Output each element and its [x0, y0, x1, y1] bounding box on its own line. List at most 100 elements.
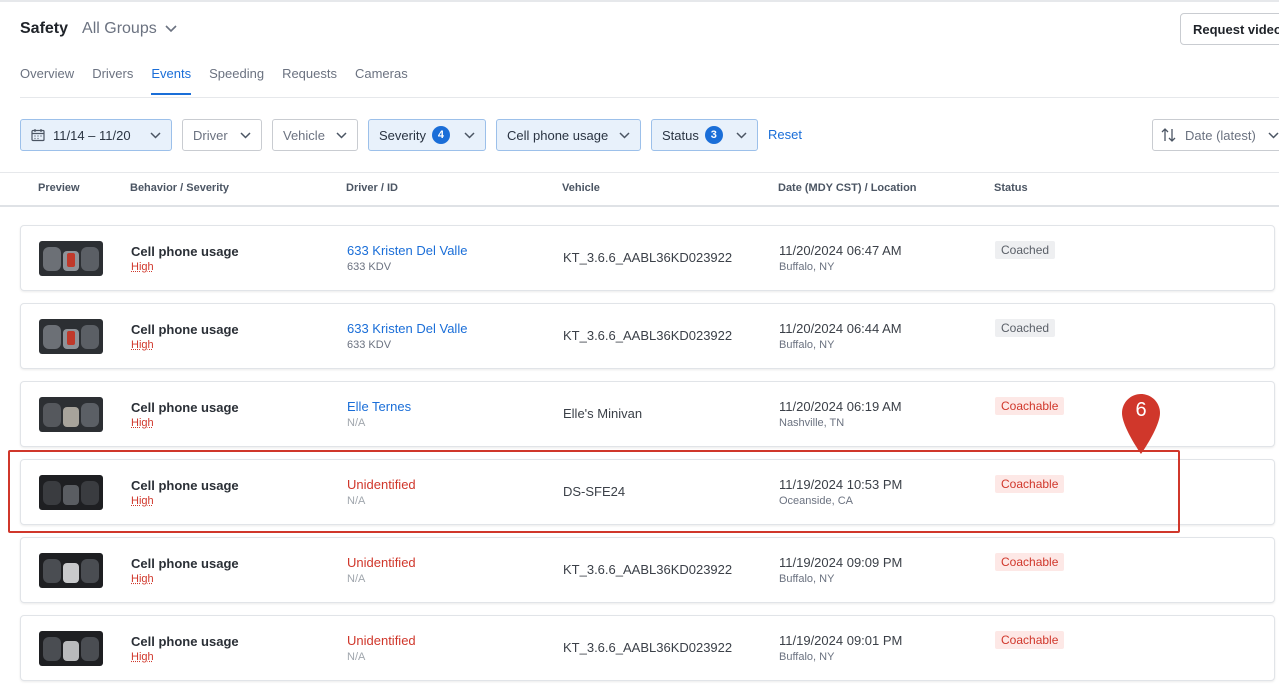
status-badge: Coached: [995, 319, 1056, 337]
video-thumbnail[interactable]: [39, 397, 103, 432]
behavior-label: Cell phone usage: [131, 322, 239, 337]
table-row[interactable]: Cell phone usage High 633 Kristen Del Va…: [20, 303, 1275, 369]
event-location: Buffalo, NY: [779, 339, 835, 351]
annotation-number: 6: [1135, 399, 1147, 421]
behavior-label: Cell phone usage: [131, 556, 239, 571]
table-row[interactable]: Cell phone usage High 633 Kristen Del Va…: [20, 225, 1275, 291]
video-thumbnail[interactable]: [39, 319, 103, 354]
chevron-down-icon: [240, 131, 251, 139]
column-header-date[interactable]: Date (MDY CST) / Location: [778, 182, 917, 194]
driver-id: 633 KDV: [347, 261, 392, 273]
status-badge: Coached: [995, 241, 1056, 259]
column-header-vehicle[interactable]: Vehicle: [562, 182, 600, 194]
tab-cameras[interactable]: Cameras: [355, 66, 408, 95]
chevron-down-icon: [1268, 131, 1279, 139]
severity-filter-label: Severity: [379, 127, 426, 143]
status-badge: Coachable: [995, 397, 1065, 415]
column-header-status[interactable]: Status: [994, 182, 1028, 194]
severity-count-badge: 4: [431, 126, 450, 144]
driver-link[interactable]: Unidentified: [347, 633, 416, 648]
driver-link[interactable]: Unidentified: [347, 555, 416, 570]
vehicle-name: Elle's Minivan: [563, 406, 643, 421]
column-header-preview: Preview: [38, 182, 80, 194]
sort-icon: [1161, 128, 1176, 142]
column-header-driver[interactable]: Driver / ID: [346, 182, 398, 194]
status-badge: Coachable: [995, 553, 1065, 571]
event-date: 11/19/2024 09:01 PM: [779, 633, 903, 648]
behavior-filter-label: Cell phone usage: [507, 127, 609, 143]
event-date: 11/19/2024 09:09 PM: [779, 555, 903, 570]
tab-events[interactable]: Events: [151, 66, 192, 95]
driver-id: N/A: [347, 573, 366, 585]
tab-overview[interactable]: Overview: [20, 66, 74, 95]
severity-label: High: [131, 573, 154, 585]
driver-id: N/A: [347, 651, 366, 663]
chevron-down-icon: [619, 131, 630, 139]
chevron-down-icon: [150, 131, 161, 139]
event-date: 11/20/2024 06:44 AM: [779, 321, 902, 336]
top-divider: [0, 0, 1279, 2]
event-location: Buffalo, NY: [779, 261, 835, 273]
sort-dropdown[interactable]: Date (latest): [1152, 119, 1279, 151]
table-row[interactable]: Cell phone usage High Unidentified N/A K…: [20, 615, 1275, 681]
table-row[interactable]: Cell phone usage High Unidentified N/A K…: [20, 537, 1275, 603]
sort-label: Date (latest): [1185, 127, 1256, 143]
video-thumbnail[interactable]: [39, 241, 103, 276]
status-filter[interactable]: Status 3: [651, 119, 758, 151]
vehicle-name: KT_3.6.6_AABL36KD023922: [563, 328, 733, 343]
severity-label: High: [131, 417, 154, 429]
severity-filter[interactable]: Severity 4: [368, 119, 486, 151]
driver-link[interactable]: 633 Kristen Del Valle: [347, 243, 467, 258]
behavior-filter[interactable]: Cell phone usage: [496, 119, 641, 151]
driver-link[interactable]: Elle Ternes: [347, 399, 411, 414]
table-header-top-rule: [0, 172, 1279, 173]
event-location: Nashville, TN: [779, 417, 845, 429]
event-date: 11/20/2024 06:19 AM: [779, 399, 902, 414]
event-location: Buffalo, NY: [779, 651, 835, 663]
page-title: Safety: [20, 20, 69, 37]
tab-bar: Overview Drivers Events Speeding Request…: [20, 66, 426, 95]
chevron-down-icon: [165, 25, 177, 33]
severity-label: High: [131, 261, 154, 273]
vehicle-filter-label: Vehicle: [283, 127, 325, 143]
group-selector-label: All Groups: [82, 20, 157, 37]
date-range-filter[interactable]: 11/14 – 11/20: [20, 119, 172, 151]
calendar-icon: [31, 129, 45, 142]
severity-label: High: [131, 651, 154, 663]
severity-label: High: [131, 339, 154, 351]
video-thumbnail[interactable]: [39, 553, 103, 588]
table-header-bottom-rule: [0, 205, 1279, 207]
tab-speeding[interactable]: Speeding: [209, 66, 264, 95]
driver-id: 633 KDV: [347, 339, 392, 351]
date-range-label: 11/14 – 11/20: [53, 127, 131, 143]
tab-drivers[interactable]: Drivers: [92, 66, 133, 95]
column-header-behavior[interactable]: Behavior / Severity: [130, 182, 229, 194]
annotation-highlight-box: [8, 450, 1180, 533]
vehicle-name: KT_3.6.6_AABL36KD023922: [563, 640, 733, 655]
tab-requests[interactable]: Requests: [282, 66, 337, 95]
event-location: Buffalo, NY: [779, 573, 835, 585]
chevron-down-icon: [736, 131, 747, 139]
driver-filter-label: Driver: [193, 127, 228, 143]
driver-filter[interactable]: Driver: [182, 119, 262, 151]
behavior-label: Cell phone usage: [131, 400, 239, 415]
driver-link[interactable]: 633 Kristen Del Valle: [347, 321, 467, 336]
vehicle-name: KT_3.6.6_AABL36KD023922: [563, 562, 733, 577]
request-video-button[interactable]: Request video: [1180, 13, 1279, 45]
table-row[interactable]: Cell phone usage High Elle Ternes N/A El…: [20, 381, 1275, 447]
vehicle-filter[interactable]: Vehicle: [272, 119, 358, 151]
chevron-down-icon: [464, 131, 475, 139]
vehicle-name: KT_3.6.6_AABL36KD023922: [563, 250, 733, 265]
status-badge: Coachable: [995, 631, 1065, 649]
event-date: 11/20/2024 06:47 AM: [779, 243, 902, 258]
behavior-label: Cell phone usage: [131, 634, 239, 649]
reset-filters-link[interactable]: Reset: [768, 127, 802, 142]
status-filter-label: Status: [662, 127, 699, 143]
status-count-badge: 3: [704, 126, 723, 144]
video-thumbnail[interactable]: [39, 631, 103, 666]
chevron-down-icon: [336, 131, 347, 139]
tabs-divider: [20, 97, 1279, 98]
behavior-label: Cell phone usage: [131, 244, 239, 259]
page-header: Safety All Groups: [20, 18, 177, 40]
group-selector[interactable]: All Groups: [82, 20, 177, 38]
